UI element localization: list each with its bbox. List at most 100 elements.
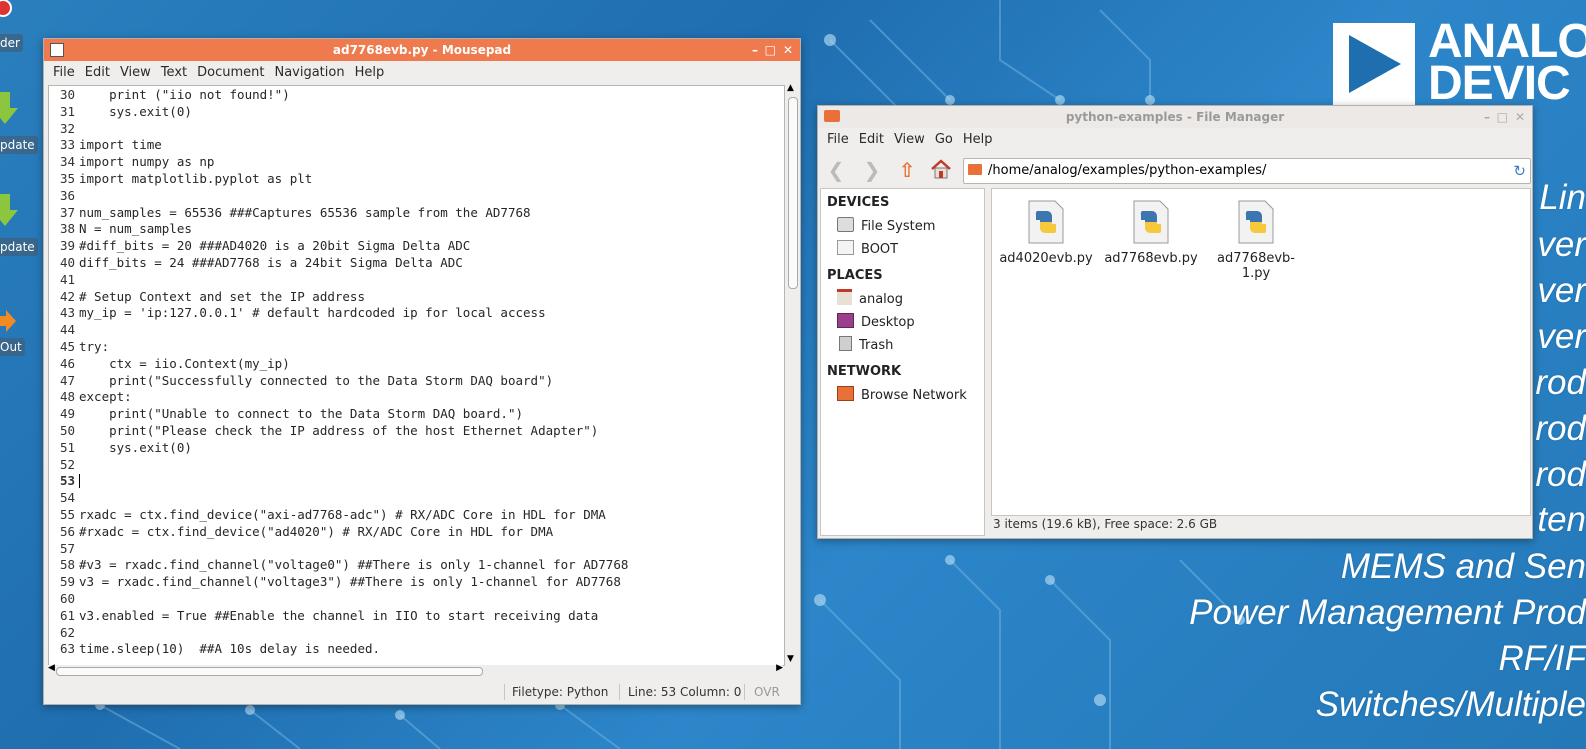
sidebar-item-trash[interactable]: Trash: [821, 334, 984, 357]
desktop-icon-corner[interactable]: [0, 0, 14, 20]
desktop-icon-logout[interactable]: Out: [0, 310, 34, 360]
sidebar-item-boot[interactable]: BOOT: [821, 238, 984, 261]
code-line[interactable]: 30 print ("iio not found!"): [49, 87, 784, 104]
horizontal-scrollbar[interactable]: ◀ ▶: [48, 663, 783, 677]
horizontal-scroll-thumb[interactable]: [56, 667, 483, 676]
menu-file[interactable]: File: [48, 65, 80, 80]
code-line[interactable]: 56 #rxadc = ctx.find_device("ad4020") # R…: [49, 524, 784, 541]
minimize-button[interactable]: –: [752, 39, 758, 61]
menu-document[interactable]: Document: [192, 65, 269, 80]
file-item-ad4020evb[interactable]: ad4020evb.py: [994, 195, 1098, 266]
code-line[interactable]: 59 v3 = rxadc.find_channel("voltage3") ##…: [49, 574, 784, 591]
file-item-ad7768evb[interactable]: ad7768evb.py: [1099, 195, 1203, 266]
close-button[interactable]: ✕: [783, 39, 793, 61]
code-line[interactable]: 35 import matplotlib.pyplot as plt: [49, 171, 784, 188]
code-line[interactable]: 45 try:: [49, 339, 784, 356]
code-line[interactable]: 44: [49, 322, 784, 339]
filetype-status: Filetype: Python: [512, 685, 609, 699]
product-line-3: ver: [1537, 271, 1586, 310]
code-line[interactable]: 40 diff_bits = 24 ###AD7768 is a 24bit Si…: [49, 255, 784, 272]
mousepad-app-icon[interactable]: [50, 43, 64, 57]
code-line[interactable]: 43 my_ip = 'ip:127.0.0.1' # default hardc…: [49, 305, 784, 322]
fm-maximize-button[interactable]: □: [1497, 106, 1508, 128]
file-manager-titlebar[interactable]: python-examples - File Manager – □ ✕: [818, 106, 1532, 128]
menu-view[interactable]: View: [115, 65, 156, 80]
code-line[interactable]: 36: [49, 188, 784, 205]
code-line[interactable]: 33 import time: [49, 137, 784, 154]
refresh-icon[interactable]: ↻: [1513, 159, 1526, 183]
fm-menu-help[interactable]: Help: [958, 132, 998, 147]
code-line[interactable]: 53: [49, 473, 784, 490]
code-line[interactable]: 62: [49, 625, 784, 642]
code-line[interactable]: 51 sys.exit(0): [49, 440, 784, 457]
code-text: N = num_samples: [79, 221, 192, 237]
vertical-scroll-thumb[interactable]: [788, 97, 798, 289]
download-icon: [0, 194, 18, 226]
desktop-icon-update-2[interactable]: pdate: [0, 190, 38, 274]
code-line[interactable]: 63 time.sleep(10) ##A 10s delay is needed…: [49, 641, 784, 658]
home-icon[interactable]: [929, 158, 953, 182]
menu-navigation[interactable]: Navigation: [269, 65, 349, 80]
file-item-ad7768evb-1[interactable]: ad7768evb-1.py: [1204, 195, 1308, 281]
scroll-down-arrow-icon[interactable]: ▼: [787, 654, 794, 664]
code-line[interactable]: 55 rxadc = ctx.find_device("axi-ad7768-ad…: [49, 507, 784, 524]
file-manager-title: python-examples - File Manager: [1065, 110, 1285, 124]
fm-menu-go[interactable]: Go: [930, 132, 958, 147]
parent-folder-icon[interactable]: ⇧: [895, 158, 919, 182]
line-number: 56: [59, 523, 75, 539]
code-line[interactable]: 41: [49, 272, 784, 289]
code-line[interactable]: 38 N = num_samples: [49, 221, 784, 238]
code-line[interactable]: 57: [49, 541, 784, 558]
menu-edit[interactable]: Edit: [80, 65, 115, 80]
sidebar-item-analog[interactable]: analog: [821, 288, 984, 311]
scroll-right-arrow-icon[interactable]: ▶: [776, 663, 783, 673]
sidebar-item-desktop[interactable]: Desktop: [821, 311, 984, 334]
sidebar-item-browse-network[interactable]: Browse Network: [821, 384, 984, 407]
code-line[interactable]: 42 # Setup Context and set the IP address: [49, 289, 784, 306]
desktop-folder-icon: [837, 313, 854, 328]
code-line[interactable]: 34 import numpy as np: [49, 154, 784, 171]
code-line[interactable]: 32: [49, 121, 784, 138]
maximize-button[interactable]: □: [765, 39, 776, 61]
fm-menu-file[interactable]: File: [822, 132, 854, 147]
mousepad-window[interactable]: ad7768evb.py - Mousepad – □ ✕ File Edit Vi…: [43, 38, 801, 705]
code-text: ctx = iio.Context(my_ip): [79, 355, 290, 371]
code-line[interactable]: 50 print("Please check the IP address of…: [49, 423, 784, 440]
code-line[interactable]: 37 num_samples = 65536 ###Captures 65536 …: [49, 205, 784, 222]
code-line[interactable]: 49 print("Unable to connect to the Data …: [49, 406, 784, 423]
code-line[interactable]: 61 v3.enabled = True ##Enable the channel…: [49, 608, 784, 625]
code-line[interactable]: 58 #v3 = rxadc.find_channel("voltage0") #…: [49, 557, 784, 574]
logo-triangle-icon: [1349, 35, 1401, 93]
file-view[interactable]: ad4020evb.py ad7768evb.py ad7768evb-1.py: [991, 188, 1531, 516]
code-line[interactable]: 46 ctx = iio.Context(my_ip): [49, 356, 784, 373]
sidebar-item-file-system[interactable]: File System: [821, 215, 984, 238]
scroll-up-arrow-icon[interactable]: ▲: [787, 83, 794, 93]
forward-arrow-icon[interactable]: ❯: [860, 158, 884, 182]
code-line[interactable]: 31 sys.exit(0): [49, 104, 784, 121]
location-bar[interactable]: /home/analog/examples/python-examples/ ↻: [963, 158, 1531, 184]
sidebar-item-label: Trash: [859, 338, 894, 353]
code-line[interactable]: 52: [49, 457, 784, 474]
code-line[interactable]: 39 #diff_bits = 20 ###AD4020 is a 20bit S…: [49, 238, 784, 255]
desktop-icon-label-1[interactable]: der: [0, 34, 23, 52]
menu-text[interactable]: Text: [156, 65, 192, 80]
code-line[interactable]: 60: [49, 591, 784, 608]
code-line[interactable]: 54: [49, 490, 784, 507]
menu-help[interactable]: Help: [350, 65, 390, 80]
vertical-scrollbar[interactable]: ▲ ▼: [786, 83, 798, 664]
fm-minimize-button[interactable]: –: [1484, 106, 1490, 128]
folder-app-icon[interactable]: [824, 110, 840, 122]
python-file-icon: [1132, 199, 1170, 245]
desktop-icon-update-1[interactable]: pdate: [0, 88, 38, 172]
code-editor[interactable]: 30 print ("iio not found!") 31 sys.exit(0…: [48, 85, 785, 666]
line-number: 37: [59, 204, 75, 220]
code-line[interactable]: 48 except:: [49, 389, 784, 406]
fm-close-button[interactable]: ✕: [1515, 106, 1525, 128]
scroll-left-arrow-icon[interactable]: ◀: [48, 663, 55, 673]
file-manager-window[interactable]: python-examples - File Manager – □ ✕ Fil…: [817, 105, 1533, 539]
back-arrow-icon[interactable]: ❮: [824, 158, 848, 182]
code-line[interactable]: 47 print("Successfully connected to the …: [49, 373, 784, 390]
fm-menu-edit[interactable]: Edit: [854, 132, 889, 147]
fm-menu-view[interactable]: View: [889, 132, 930, 147]
mousepad-titlebar[interactable]: ad7768evb.py - Mousepad – □ ✕: [44, 39, 800, 61]
